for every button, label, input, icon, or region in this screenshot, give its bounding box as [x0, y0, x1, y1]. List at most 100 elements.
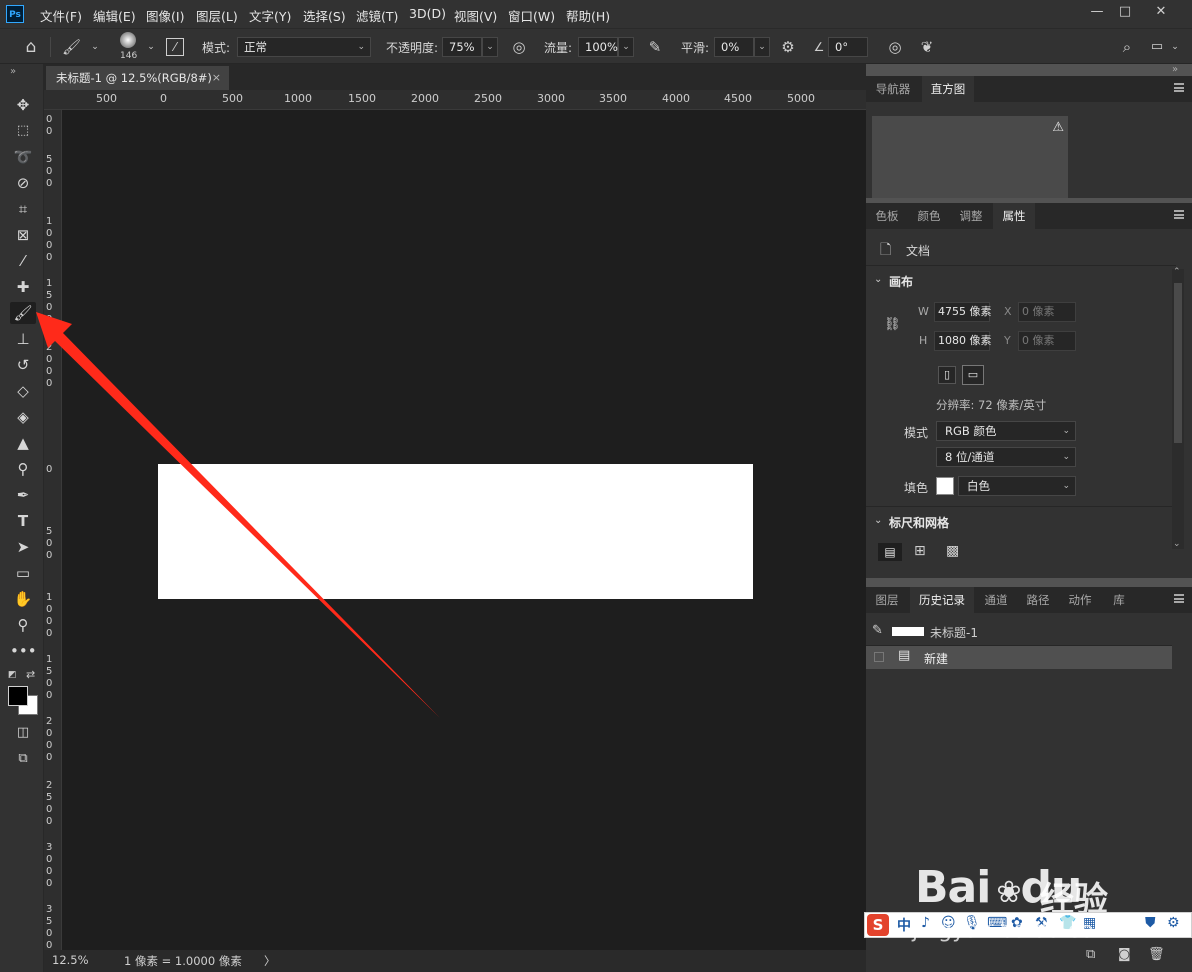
- brush-panel-toggle-icon[interactable]: ⁄: [166, 38, 184, 56]
- guides-toggle-icon[interactable]: ▩: [946, 543, 959, 559]
- type-tool-icon[interactable]: T: [10, 510, 36, 532]
- chevron-down-icon[interactable]: ⌄: [1166, 38, 1184, 56]
- tab-properties[interactable]: 属性: [993, 203, 1035, 229]
- search-icon[interactable]: ⌕: [1118, 38, 1136, 56]
- tab-adjustments[interactable]: 调整: [950, 203, 992, 229]
- tab-swatches[interactable]: 色板: [866, 203, 908, 229]
- ruler-toggle-icon[interactable]: ▤: [878, 543, 902, 561]
- menu-3d[interactable]: 3D(D): [409, 6, 446, 21]
- history-snapshot[interactable]: ✎ 未标题-1: [866, 621, 1172, 643]
- menu-help[interactable]: 帮助(H): [566, 6, 610, 25]
- menu-type[interactable]: 文字(Y): [249, 6, 291, 25]
- menu-window[interactable]: 窗口(W): [508, 6, 555, 25]
- minimize-button[interactable]: —: [1082, 2, 1112, 22]
- ime-logo[interactable]: S: [867, 914, 889, 936]
- history-state-checkbox[interactable]: [874, 652, 884, 662]
- properties-scrollbar[interactable]: ⌃ ⌄: [1172, 267, 1184, 549]
- tab-channels[interactable]: 通道: [976, 587, 1016, 613]
- home-icon[interactable]: ⌂: [22, 38, 40, 56]
- collapse-icon[interactable]: »: [10, 66, 16, 77]
- dodge-tool-icon[interactable]: ⚲: [10, 458, 36, 480]
- path-select-tool-icon[interactable]: ➤: [10, 536, 36, 558]
- menu-edit[interactable]: 编辑(E): [93, 6, 136, 25]
- workspace-icon[interactable]: ▭: [1148, 38, 1166, 56]
- camera-icon[interactable]: ◙: [1118, 947, 1131, 962]
- panel-menu-icon[interactable]: [1174, 83, 1184, 92]
- crop-tool-icon[interactable]: ⌗: [10, 198, 36, 220]
- collapse-dock-icon[interactable]: »: [1172, 64, 1178, 75]
- menu-filter[interactable]: 滤镜(T): [356, 6, 398, 25]
- chevron-down-icon[interactable]: ⌄: [874, 515, 882, 526]
- landscape-orientation-icon[interactable]: ▭: [962, 365, 984, 385]
- chevron-down-icon[interactable]: ⌄: [874, 274, 882, 285]
- mode-select[interactable]: 正常 ⌄: [237, 37, 371, 57]
- frame-tool-icon[interactable]: ⊠: [10, 224, 36, 246]
- scroll-down-icon[interactable]: ⌄: [1173, 539, 1181, 549]
- chevron-down-icon[interactable]: ⌄: [142, 38, 160, 56]
- pressure-opacity-icon[interactable]: ◎: [510, 38, 528, 56]
- angle-input[interactable]: 0°: [828, 37, 868, 57]
- tab-libraries[interactable]: 库: [1102, 587, 1136, 613]
- lasso-tool-icon[interactable]: ➰: [10, 146, 36, 168]
- history-brush-tool-icon[interactable]: ↺: [10, 354, 36, 376]
- symmetry-icon[interactable]: ❦: [918, 38, 936, 56]
- smooth-input[interactable]: 0%: [714, 37, 754, 57]
- panel-menu-icon[interactable]: [1174, 594, 1184, 603]
- pressure-size-icon[interactable]: ◎: [886, 38, 904, 56]
- shirt-icon-2[interactable]: ⛊: [1145, 915, 1156, 931]
- tab-histogram[interactable]: 直方图: [922, 76, 974, 102]
- history-item[interactable]: ▤ 新建: [866, 646, 1172, 669]
- eyedropper-tool-icon[interactable]: ⁄: [10, 250, 36, 272]
- trash-icon[interactable]: 🗑: [1148, 947, 1165, 962]
- menu-view[interactable]: 视图(V): [454, 6, 497, 25]
- new-document-from-state-icon[interactable]: ⧉: [1086, 947, 1095, 962]
- zoom-level[interactable]: 12.5%: [52, 953, 89, 967]
- healing-brush-tool-icon[interactable]: ✚: [10, 276, 36, 298]
- brush-tool-icon[interactable]: 🖌: [10, 302, 36, 324]
- flow-dropdown[interactable]: ⌄: [618, 37, 634, 57]
- flow-input[interactable]: 100%: [578, 37, 618, 57]
- panel-menu-icon[interactable]: [1174, 210, 1184, 219]
- opacity-dropdown[interactable]: ⌄: [482, 37, 498, 57]
- portrait-orientation-icon[interactable]: ▯: [938, 366, 956, 384]
- menu-image[interactable]: 图像(I): [146, 6, 184, 25]
- link-icon[interactable]: ⛓: [884, 317, 901, 332]
- status-menu-arrow[interactable]: 〉: [264, 953, 276, 969]
- eraser-tool-icon[interactable]: ◇: [10, 380, 36, 402]
- fill-color-swatch[interactable]: [936, 477, 954, 495]
- menu-layer[interactable]: 图层(L): [196, 6, 238, 25]
- pen-tool-icon[interactable]: ✒: [10, 484, 36, 506]
- grid-toggle-icon[interactable]: ⊞: [914, 543, 926, 559]
- fill-select[interactable]: 白色 ⌄: [958, 476, 1076, 496]
- brush-tip-icon[interactable]: [120, 32, 136, 48]
- tab-color[interactable]: 颜色: [908, 203, 950, 229]
- tab-navigator[interactable]: 导航器: [866, 76, 920, 102]
- screen-mode-icon[interactable]: ⧉: [10, 748, 36, 770]
- hand-tool-icon[interactable]: ✋: [10, 588, 36, 610]
- history-brush-icon[interactable]: ✎: [872, 623, 883, 638]
- scroll-up-icon[interactable]: ⌃: [1173, 267, 1181, 277]
- move-tool-icon[interactable]: ✥: [10, 94, 36, 116]
- menu-select[interactable]: 选择(S): [303, 6, 346, 25]
- paint-bucket-tool-icon[interactable]: ◈: [10, 406, 36, 428]
- scrollbar-thumb[interactable]: [1174, 283, 1182, 443]
- tab-history[interactable]: 历史记录: [910, 587, 974, 613]
- tab-actions[interactable]: 动作: [1060, 587, 1100, 613]
- height-input[interactable]: 1080 像素: [934, 331, 992, 351]
- stamp-tool-icon[interactable]: ⊥: [10, 328, 36, 350]
- ime-language[interactable]: 中: [897, 915, 911, 935]
- swap-colors-icon[interactable]: ⇄: [26, 668, 35, 681]
- x-input[interactable]: 0 像素: [1018, 302, 1076, 322]
- settings-icon[interactable]: ⚙: [1167, 915, 1180, 931]
- document-canvas[interactable]: [158, 464, 753, 599]
- quick-select-tool-icon[interactable]: ⊘: [10, 172, 36, 194]
- close-tab-icon[interactable]: ×: [212, 66, 221, 90]
- blur-tool-icon[interactable]: ▲: [10, 432, 36, 454]
- foreground-color-swatch[interactable]: [8, 686, 28, 706]
- opacity-input[interactable]: 75%: [442, 37, 482, 57]
- default-colors-icon[interactable]: ◩: [8, 670, 17, 680]
- smooth-dropdown[interactable]: ⌄: [754, 37, 770, 57]
- more-tools-icon[interactable]: •••: [10, 640, 37, 662]
- maximize-button[interactable]: □: [1110, 2, 1140, 22]
- width-input[interactable]: 4755 像素: [934, 302, 992, 322]
